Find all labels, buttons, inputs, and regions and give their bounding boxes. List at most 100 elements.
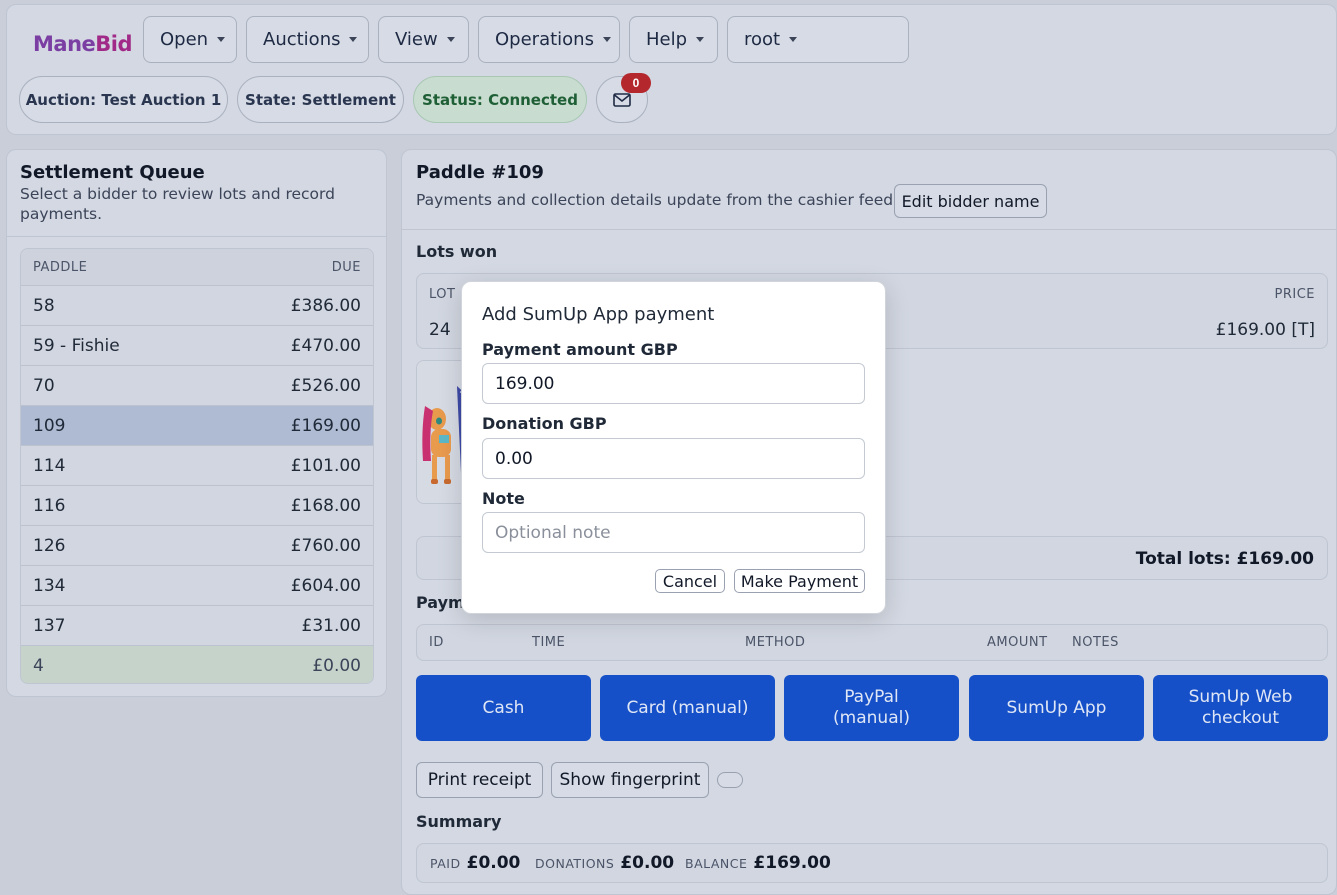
col-price: PRICE [1274, 287, 1315, 302]
summary-paid-value: £0.00 [466, 853, 521, 873]
queue-row[interactable]: 114 £101.00 [21, 445, 373, 485]
row-paddle: 59 - Fishie [33, 335, 120, 356]
cash-label: Cash [482, 697, 525, 718]
auction-pill[interactable]: Auction: Test Auction 1 [19, 76, 228, 123]
col-amount: AMOUNT [987, 635, 1048, 650]
chevron-down-icon [349, 37, 358, 42]
auction-pill-label: Auction: Test Auction 1 [25, 90, 222, 109]
summary-donations-key: DONATIONS [535, 856, 615, 871]
operations-menu-label: Operations [495, 29, 594, 50]
row-due: £470.00 [290, 335, 361, 356]
summary-label: Summary [416, 812, 502, 831]
chevron-down-icon [217, 37, 226, 42]
note-input[interactable] [482, 512, 865, 553]
bidder-subtitle: Payments and collection details update f… [416, 191, 899, 209]
sumup-web-label: SumUp Web checkout [1189, 687, 1293, 729]
message-count-badge: 0 [621, 73, 651, 93]
paypal-payment-button[interactable]: PayPal (manual) [784, 675, 959, 741]
open-menu-label: Open [160, 29, 209, 50]
col-id: ID [429, 635, 444, 650]
chevron-down-icon [789, 37, 798, 42]
summary-box: PAID £0.00 DONATIONS £0.00 BALANCE £169.00 [416, 843, 1328, 883]
state-pill-label: State: Settlement [245, 90, 396, 109]
divider [7, 236, 386, 237]
queue-row-settled[interactable]: 4 £0.00 [21, 645, 373, 683]
mail-icon [613, 92, 631, 107]
payment-amount-label: Payment amount GBP [482, 340, 678, 359]
user-menu-label: root [744, 29, 781, 50]
help-menu-label: Help [646, 29, 688, 50]
bidder-title: Paddle #109 [416, 162, 544, 183]
col-method: METHOD [745, 635, 806, 650]
user-menu-button[interactable]: root [727, 16, 909, 63]
row-paddle: 126 [33, 535, 66, 556]
show-fingerprint-button[interactable]: Show fingerprint [551, 762, 709, 798]
row-paddle: 109 [33, 415, 66, 436]
queue-row[interactable]: 58 £386.00 [21, 285, 373, 325]
queue-row[interactable]: 116 £168.00 [21, 485, 373, 525]
edit-bidder-name-button[interactable]: Edit bidder name [894, 184, 1047, 218]
auctions-menu-label: Auctions [263, 29, 341, 50]
chevron-down-icon [602, 37, 611, 42]
donation-input[interactable] [482, 438, 865, 479]
queue-table: PADDLE DUE 58 £386.00 59 - Fishie £470.00 … [20, 248, 374, 684]
help-menu-button[interactable]: Help [629, 16, 718, 63]
chevron-down-icon [696, 37, 705, 42]
row-paddle: 4 [33, 655, 44, 676]
summary-balance: BALANCE £169.00 [685, 853, 831, 873]
payment-amount-input[interactable] [482, 363, 865, 404]
queue-title: Settlement Queue [20, 162, 205, 183]
row-paddle: 114 [33, 455, 66, 476]
col-time: TIME [532, 635, 566, 650]
sumup-web-label-line2: checkout [1201, 708, 1279, 728]
queue-row[interactable]: 134 £604.00 [21, 565, 373, 605]
modal-title: Add SumUp App payment [482, 304, 715, 325]
auctions-menu-button[interactable]: Auctions [246, 16, 369, 63]
card-payment-button[interactable]: Card (manual) [600, 675, 775, 741]
open-menu-button[interactable]: Open [143, 16, 237, 63]
queue-row[interactable]: 70 £526.00 [21, 365, 373, 405]
summary-balance-value: £169.00 [753, 853, 831, 873]
connection-status-pill: Status: Connected [413, 76, 587, 123]
make-payment-button[interactable]: Make Payment [734, 569, 865, 593]
summary-balance-key: BALANCE [685, 856, 748, 871]
row-due: £760.00 [290, 535, 361, 556]
state-pill[interactable]: State: Settlement [237, 76, 404, 123]
print-receipt-button[interactable]: Print receipt [416, 762, 543, 798]
summary-paid: PAID £0.00 [430, 853, 520, 873]
sumup-app-payment-button[interactable]: SumUp App [969, 675, 1144, 741]
row-paddle: 116 [33, 495, 66, 516]
row-due: £169.00 [290, 415, 361, 436]
row-due: £168.00 [290, 495, 361, 516]
cancel-button[interactable]: Cancel [655, 569, 725, 593]
queue-row[interactable]: 137 £31.00 [21, 605, 373, 645]
fingerprint-toggle[interactable] [717, 772, 743, 788]
row-due: £101.00 [290, 455, 361, 476]
card-label: Card (manual) [626, 697, 749, 718]
row-due: £0.00 [312, 655, 361, 676]
summary-paid-key: PAID [430, 856, 461, 871]
queue-row-selected[interactable]: 109 £169.00 [21, 405, 373, 445]
cash-payment-button[interactable]: Cash [416, 675, 591, 741]
col-paddle: PADDLE [33, 259, 88, 275]
manebid-logo[interactable]: ManeBid [33, 32, 133, 56]
col-lot: LOT [429, 287, 456, 302]
row-due: £526.00 [290, 375, 361, 396]
row-paddle: 137 [33, 615, 66, 636]
queue-row[interactable]: 59 - Fishie £470.00 [21, 325, 373, 365]
note-label: Note [482, 489, 525, 508]
lot-price: £169.00 [T] [1215, 320, 1315, 340]
row-due: £604.00 [290, 575, 361, 596]
divider [402, 229, 1336, 230]
operations-menu-button[interactable]: Operations [478, 16, 620, 63]
settlement-queue-panel: Settlement Queue Select a bidder to revi… [6, 149, 387, 697]
sumup-web-payment-button[interactable]: SumUp Web checkout [1153, 675, 1328, 741]
view-menu-button[interactable]: View [378, 16, 469, 63]
chevron-down-icon [446, 37, 455, 42]
lot-number: 24 [429, 320, 451, 340]
summary-donations: DONATIONS £0.00 [535, 853, 674, 873]
donation-label: Donation GBP [482, 414, 607, 433]
queue-row[interactable]: 126 £760.00 [21, 525, 373, 565]
logo-text-part2: Bid [95, 32, 133, 56]
logo-text-part1: Mane [33, 32, 96, 56]
